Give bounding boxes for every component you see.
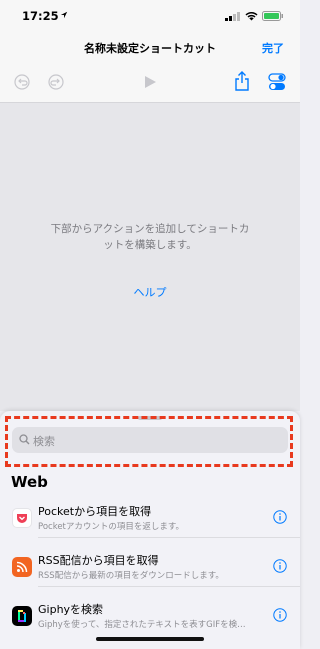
- home-indicator[interactable]: [96, 637, 204, 641]
- action-title: RSS配信から項目を取得: [38, 554, 159, 567]
- battery-icon: [262, 11, 283, 21]
- row-divider: [38, 586, 300, 587]
- done-button[interactable]: 完了: [262, 40, 284, 56]
- status-indicators: [225, 11, 284, 21]
- section-header-web: Web: [11, 473, 48, 491]
- action-subtitle: Giphyを使って、指定されたテキストを表すGIFを検…: [38, 620, 246, 630]
- status-time: 17:25: [22, 9, 59, 23]
- action-subtitle: RSS配信から最新の項目をダウンロードします。: [38, 571, 224, 581]
- share-icon[interactable]: [234, 71, 250, 91]
- toolbar: [0, 62, 300, 103]
- action-title: Pocketから項目を取得: [38, 505, 152, 518]
- wifi-icon: [245, 12, 258, 21]
- info-icon[interactable]: [273, 559, 287, 573]
- info-icon[interactable]: [273, 608, 287, 622]
- giphy-icon: [12, 606, 32, 626]
- play-icon[interactable]: [143, 75, 157, 89]
- search-placeholder: 検索: [33, 435, 55, 448]
- actions-sheet: 検索 Web Pocketから項目を取得 Pocketアカウントの項目を返します…: [0, 411, 300, 649]
- help-link[interactable]: ヘルプ: [0, 284, 300, 300]
- action-title: Giphyを検索: [38, 603, 104, 616]
- action-row-pocket[interactable]: Pocketから項目を取得 Pocketアカウントの項目を返します。: [0, 500, 300, 546]
- navigation-bar: 名称未設定ショートカット 完了: [0, 34, 300, 62]
- row-divider: [38, 537, 300, 538]
- redo-icon[interactable]: [48, 74, 64, 90]
- undo-icon[interactable]: [14, 74, 30, 90]
- empty-state-message: 下部からアクションを追加してショートカットを構築します。: [50, 223, 250, 251]
- search-icon: [19, 434, 30, 445]
- location-arrow-icon: [60, 11, 68, 19]
- workflow-canvas: 下部からアクションを追加してショートカットを構築します。 ヘルプ: [0, 103, 300, 411]
- info-icon[interactable]: [273, 510, 287, 524]
- search-input[interactable]: 検索: [12, 427, 288, 453]
- status-bar: 17:25: [0, 0, 300, 34]
- page-title: 名称未設定ショートカット: [84, 42, 216, 55]
- pocket-icon: [12, 508, 32, 528]
- signal-icon: [225, 12, 240, 21]
- rss-icon: [12, 557, 32, 577]
- action-subtitle: Pocketアカウントの項目を返します。: [38, 522, 185, 532]
- action-row-rss[interactable]: RSS配信から項目を取得 RSS配信から最新の項目をダウンロードします。: [0, 549, 300, 595]
- settings-toggle-icon[interactable]: [268, 73, 286, 91]
